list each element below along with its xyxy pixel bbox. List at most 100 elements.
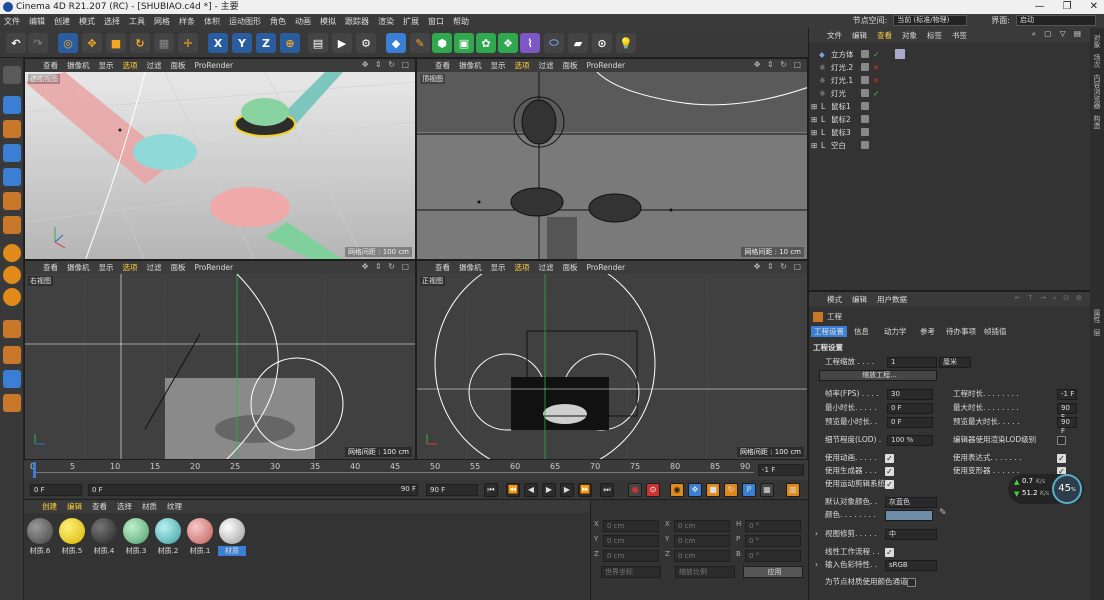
menu-select[interactable]: 选择: [104, 16, 120, 27]
scale-unit-select[interactable]: 厘米: [939, 357, 971, 368]
cloner-icon[interactable]: ❖: [498, 33, 518, 53]
vp-menu-view[interactable]: 查看: [43, 60, 58, 71]
vp-menu-display[interactable]: 显示: [491, 60, 506, 71]
expand-icon[interactable]: ⊞: [811, 139, 817, 152]
viewport-nav-icons[interactable]: ✥ ⇕ ↻ ▢: [754, 60, 803, 69]
material-item[interactable]: 材质.4: [90, 518, 118, 556]
quantize-icon[interactable]: [3, 288, 21, 306]
vp-menu-options[interactable]: 选项: [123, 262, 138, 273]
tab-referencing[interactable]: 参考: [917, 326, 938, 337]
render-lod-checkbox[interactable]: [1057, 436, 1066, 445]
tab-project-settings[interactable]: 工程设置: [811, 326, 847, 337]
render-picture-viewer-icon[interactable]: ▶: [332, 33, 352, 53]
vp-menu-filter[interactable]: 过滤: [539, 262, 554, 273]
play-icon[interactable]: ▶: [542, 483, 556, 497]
workplane-icon[interactable]: [3, 320, 21, 338]
visibility-icon[interactable]: [861, 50, 869, 58]
project-scale-field[interactable]: 1: [887, 357, 937, 368]
menu-file[interactable]: 文件: [4, 16, 20, 27]
preview-min-field[interactable]: 0 F: [887, 417, 933, 428]
menu-volume[interactable]: 体积: [204, 16, 220, 27]
viewport-nav-icons[interactable]: ✥ ⇕ ↻ ▢: [362, 262, 411, 271]
use-expression-checkbox[interactable]: ✓: [1057, 454, 1066, 463]
vp-menu-panel[interactable]: 面板: [563, 60, 578, 71]
scene-camera-icon[interactable]: ⊙: [592, 33, 612, 53]
redo-icon[interactable]: ↷: [28, 33, 48, 53]
object-row[interactable]: ◆ 立方体 ✓: [809, 48, 1091, 61]
z-axis-icon[interactable]: Z: [256, 33, 276, 53]
use-motion-system-checkbox[interactable]: ✓: [885, 480, 894, 489]
pen-icon[interactable]: ✎: [410, 33, 430, 53]
eyedropper-icon[interactable]: ✎: [939, 508, 947, 518]
default-object-color-select[interactable]: 灰蓝色: [885, 497, 937, 508]
environment-icon[interactable]: ⬭: [544, 33, 564, 53]
obj-menu-file[interactable]: 文件: [827, 30, 842, 41]
linear-workflow-checkbox[interactable]: ✓: [885, 548, 894, 557]
vp-menu-prorender[interactable]: ProRender: [195, 61, 234, 70]
key-selection-icon[interactable]: ◉: [670, 483, 684, 497]
menu-character[interactable]: 角色: [270, 16, 286, 27]
visibility-icon[interactable]: [861, 76, 869, 84]
menu-mograph[interactable]: 运动图形: [229, 16, 261, 27]
menu-tracker[interactable]: 跟踪器: [345, 16, 369, 27]
edges-mode-icon[interactable]: [3, 168, 21, 186]
menu-help[interactable]: 帮助: [453, 16, 469, 27]
vp-menu-filter[interactable]: 过滤: [147, 60, 162, 71]
vp-menu-prorender[interactable]: ProRender: [195, 263, 234, 272]
material-item[interactable]: 材质: [218, 518, 246, 556]
visibility-icon[interactable]: [861, 89, 869, 97]
undo-icon[interactable]: ↶: [6, 33, 26, 53]
mat-menu-select[interactable]: 选择: [117, 501, 132, 512]
camera-icon[interactable]: ▰: [568, 33, 588, 53]
mat-menu-view[interactable]: 查看: [92, 501, 107, 512]
axis-mode-icon[interactable]: [3, 216, 21, 234]
deformer-icon[interactable]: ⌇: [520, 33, 540, 53]
vp-menu-display[interactable]: 显示: [491, 262, 506, 273]
vp-menu-panel[interactable]: 面板: [171, 262, 186, 273]
node-space-select[interactable]: 当前 (标准/物理): [893, 15, 968, 26]
key-scale-icon[interactable]: ■: [706, 483, 720, 497]
size-x-field[interactable]: 0 cm: [674, 520, 730, 532]
playhead[interactable]: [33, 462, 36, 478]
vp-menu-options[interactable]: 选项: [123, 60, 138, 71]
scale-icon[interactable]: ■: [106, 33, 126, 53]
vp-menu-panel[interactable]: 面板: [171, 60, 186, 71]
viewport-perspective[interactable]: 查看 摄像机 显示 选项 过滤 面板 ProRender ✥ ⇕ ↻ ▢ 透视视…: [24, 58, 416, 260]
menu-render[interactable]: 渲染: [378, 16, 394, 27]
end-frame-field[interactable]: 90 F: [426, 484, 478, 496]
color-swatch[interactable]: [885, 510, 933, 521]
maximize-button[interactable]: ❐: [1063, 0, 1072, 14]
enable-check-icon[interactable]: ✓: [873, 87, 879, 100]
material-item[interactable]: 材质.1: [186, 518, 214, 556]
autokey-icon[interactable]: ⊙: [646, 483, 660, 497]
position-z-field[interactable]: 0 cm: [603, 550, 659, 562]
tab-attributes[interactable]: 属性: [1092, 309, 1102, 323]
coordinate-system-icon[interactable]: ⊕: [280, 33, 300, 53]
scale-mode-select[interactable]: 缩放比例: [675, 566, 735, 578]
vp-menu-camera[interactable]: 摄像机: [459, 60, 482, 71]
mat-menu-create[interactable]: 创建: [42, 501, 57, 512]
rotation-p-field[interactable]: 0 °: [745, 535, 801, 547]
render-view-icon[interactable]: ▤: [308, 33, 328, 53]
layout-select[interactable]: 启动: [1016, 15, 1096, 26]
viewport-nav-icons[interactable]: ✥ ⇕ ↻ ▢: [362, 60, 411, 69]
project-duration-field[interactable]: -1 F: [1057, 389, 1077, 400]
menu-mode[interactable]: 模式: [79, 16, 95, 27]
live-selection-icon[interactable]: ◎: [58, 33, 78, 53]
viewport-top[interactable]: 查看 摄像机 显示 选项 过滤 面板 ProRender ✥ ⇕ ↻ ▢ 顶视图…: [416, 58, 808, 260]
light-icon[interactable]: 💡: [616, 33, 636, 53]
extrude-icon[interactable]: ▣: [454, 33, 474, 53]
visibility-icon[interactable]: [861, 115, 869, 123]
object-row[interactable]: ☼ 灯光 ✓: [809, 87, 1091, 100]
object-row[interactable]: ☼ 灯光.1 ✕: [809, 74, 1091, 87]
menu-window[interactable]: 窗口: [428, 16, 444, 27]
object-row[interactable]: ☼ 灯光.2 ✕: [809, 61, 1091, 74]
enable-check-icon[interactable]: ✓: [873, 48, 879, 61]
current-frame-field[interactable]: -1 F: [758, 464, 804, 476]
node-color-channel-checkbox[interactable]: [907, 578, 916, 587]
attr-menu-edit[interactable]: 编辑: [852, 294, 867, 305]
cube-icon[interactable]: ◆: [386, 33, 406, 53]
object-row[interactable]: ⊞ L 空白: [809, 139, 1091, 152]
expand-arrow-icon[interactable]: ›: [815, 528, 818, 540]
lod-field[interactable]: 100 %: [887, 435, 933, 446]
